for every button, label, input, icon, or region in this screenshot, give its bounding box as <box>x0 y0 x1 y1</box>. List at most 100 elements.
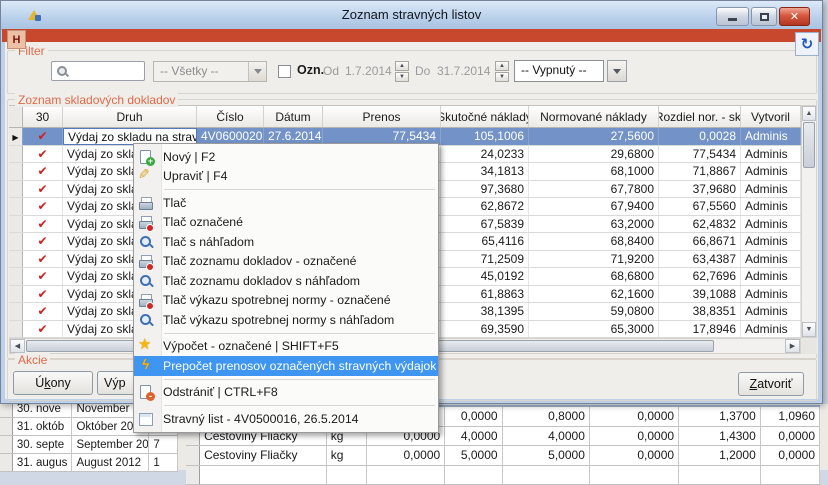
cell-skutocne[interactable]: 71,2509 <box>441 251 529 268</box>
menu-item[interactable]: Tlač s náhľadom <box>134 232 438 252</box>
item-cell[interactable]: kg <box>327 446 368 465</box>
row-selector-cell[interactable]: ▶ <box>9 128 23 145</box>
cell-normovane[interactable]: 67,7800 <box>529 181 659 198</box>
ozn-checkbox[interactable] <box>278 65 291 78</box>
item-cell[interactable] <box>327 466 368 485</box>
cell-vytvoril[interactable]: Adminis <box>741 303 801 320</box>
cell-skutocne[interactable]: 105,1006 <box>441 128 529 145</box>
cell-oznacene[interactable]: ✔ <box>23 146 63 163</box>
scroll-left-icon[interactable]: ◀ <box>10 339 25 353</box>
menu-item[interactable]: Upraviť | F4 <box>134 167 438 187</box>
cell-skutocne[interactable]: 34,1813 <box>441 163 529 180</box>
item-cell[interactable]: 0,8000 <box>503 407 590 426</box>
item-cell[interactable] <box>367 466 445 485</box>
menu-item[interactable]: Tlač <box>134 193 438 213</box>
cell-vytvoril[interactable]: Adminis <box>741 163 801 180</box>
item-cell[interactable] <box>445 466 502 485</box>
cell-rozdiel[interactable]: 71,8867 <box>659 163 741 180</box>
h-button[interactable]: H <box>7 30 26 49</box>
row-selector-cell[interactable] <box>0 454 13 471</box>
menu-item[interactable]: Výpočet - označené | SHIFT+F5 <box>134 337 438 357</box>
cell-oznacene[interactable]: ✔ <box>23 233 63 250</box>
zatvorit-button[interactable]: Zatvoriť <box>738 372 804 396</box>
row-selector-cell[interactable] <box>186 446 200 465</box>
row-selector-cell[interactable] <box>9 286 23 303</box>
cell-rozdiel[interactable]: 62,4832 <box>659 216 741 233</box>
column-header-8[interactable]: Rozdiel nor. - sk. <box>659 106 741 127</box>
scroll-down-icon[interactable]: ▼ <box>802 322 816 337</box>
cell-rozdiel[interactable]: 62,7696 <box>659 268 741 285</box>
cell-oznacene[interactable]: ✔ <box>23 303 63 320</box>
close-button[interactable]: ✕ <box>779 7 810 26</box>
row-selector-cell[interactable] <box>9 303 23 320</box>
cell-oznacene[interactable]: ✔ <box>23 181 63 198</box>
cell-normovane[interactable]: 65,3000 <box>529 321 659 338</box>
cell-rozdiel[interactable]: 67,5560 <box>659 198 741 215</box>
cell-oznacene[interactable]: ✔ <box>23 216 63 233</box>
month-cell[interactable]: 30. septe <box>13 436 73 453</box>
column-header-3[interactable]: Číslo <box>197 106 264 127</box>
item-cell[interactable]: 4,0000 <box>445 427 502 446</box>
item-row[interactable]: Cestoviny Fliačkykg0,00005,00005,00000,0… <box>186 446 820 466</box>
cell-vytvoril[interactable]: Adminis <box>741 128 801 145</box>
column-header-2[interactable]: Druh <box>63 106 197 127</box>
menu-item[interactable]: Tlač výkazu spotrebnej normy - označené <box>134 291 438 311</box>
cell-vytvoril[interactable]: Adminis <box>741 146 801 163</box>
menu-item[interactable]: Tlač zoznamu dokladov s náhľadom <box>134 271 438 291</box>
item-cell[interactable]: 5,0000 <box>445 446 502 465</box>
spin-down-icon[interactable]: ▼ <box>495 72 509 82</box>
item-cell[interactable]: 1,4300 <box>679 427 761 446</box>
cell-normovane[interactable]: 63,2000 <box>529 216 659 233</box>
column-header-6[interactable]: Skutočné náklady <box>441 106 529 127</box>
cell-skutocne[interactable]: 61,8863 <box>441 286 529 303</box>
cell-vytvoril[interactable]: Adminis <box>741 286 801 303</box>
menu-item[interactable]: Tlač výkazu spotrebnej normy s náhľadom <box>134 310 438 330</box>
cell-skutocne[interactable]: 69,3590 <box>441 321 529 338</box>
column-header-5[interactable]: Prenos <box>323 106 441 127</box>
cell-rozdiel[interactable]: 17,8946 <box>659 321 741 338</box>
cell-vytvoril[interactable]: Adminis <box>741 198 801 215</box>
item-cell[interactable] <box>590 466 679 485</box>
item-cell[interactable]: Cestoviny Fliačky <box>200 446 327 465</box>
menu-item[interactable]: Tlač zoznamu dokladov - označené <box>134 252 438 272</box>
row-selector-cell[interactable] <box>9 216 23 233</box>
cell-skutocne[interactable]: 24,0233 <box>441 146 529 163</box>
od-date-stepper[interactable]: ▲▼ <box>395 61 409 83</box>
cell-rozdiel[interactable]: 77,5434 <box>659 146 741 163</box>
row-selector-cell[interactable] <box>9 163 23 180</box>
cell-vytvoril[interactable]: Adminis <box>741 233 801 250</box>
month-cell[interactable]: August 2012 <box>72 454 149 471</box>
cell-normovane[interactable]: 59,0800 <box>529 303 659 320</box>
cell-rozdiel[interactable]: 0,0028 <box>659 128 741 145</box>
menu-item[interactable]: Tlač označené <box>134 213 438 233</box>
month-row[interactable]: 31. augusAugust 20121 <box>0 454 178 472</box>
cell-skutocne[interactable]: 62,8672 <box>441 198 529 215</box>
cell-skutocne[interactable]: 65,4116 <box>441 233 529 250</box>
scroll-right-icon[interactable]: ▶ <box>785 339 800 353</box>
spin-up-icon[interactable]: ▲ <box>395 61 409 71</box>
cell-vytvoril[interactable]: Adminis <box>741 321 801 338</box>
column-header-9[interactable]: Vytvoril <box>741 106 801 127</box>
row-selector-cell[interactable] <box>9 198 23 215</box>
item-cell[interactable] <box>503 466 590 485</box>
cell-rozdiel[interactable]: 39,1088 <box>659 286 741 303</box>
cell-vytvoril[interactable]: Adminis <box>741 268 801 285</box>
spin-down-icon[interactable]: ▼ <box>395 72 409 82</box>
row-selector-cell[interactable] <box>9 181 23 198</box>
month-row[interactable]: 30. septeSeptember 20127 <box>0 436 178 454</box>
item-cell[interactable]: 5,0000 <box>503 446 590 465</box>
item-cell[interactable]: 0,0000 <box>590 427 679 446</box>
ukony-button[interactable]: Úkony <box>13 371 93 395</box>
month-cell[interactable]: 1 <box>149 454 178 471</box>
state-combo-drop-button[interactable] <box>607 60 627 82</box>
cell-oznacene[interactable]: ✔ <box>23 268 63 285</box>
cell-skutocne[interactable]: 45,0192 <box>441 268 529 285</box>
month-cell[interactable]: 7 <box>149 436 178 453</box>
item-cell[interactable]: 1,3700 <box>679 407 761 426</box>
cell-oznacene[interactable]: ✔ <box>23 251 63 268</box>
item-cell[interactable] <box>200 466 327 485</box>
cell-oznacene[interactable]: ✔ <box>23 198 63 215</box>
cell-normovane[interactable]: 68,8400 <box>529 233 659 250</box>
cell-oznacene[interactable]: ✔ <box>23 286 63 303</box>
month-cell[interactable]: 31. októb <box>13 418 73 435</box>
